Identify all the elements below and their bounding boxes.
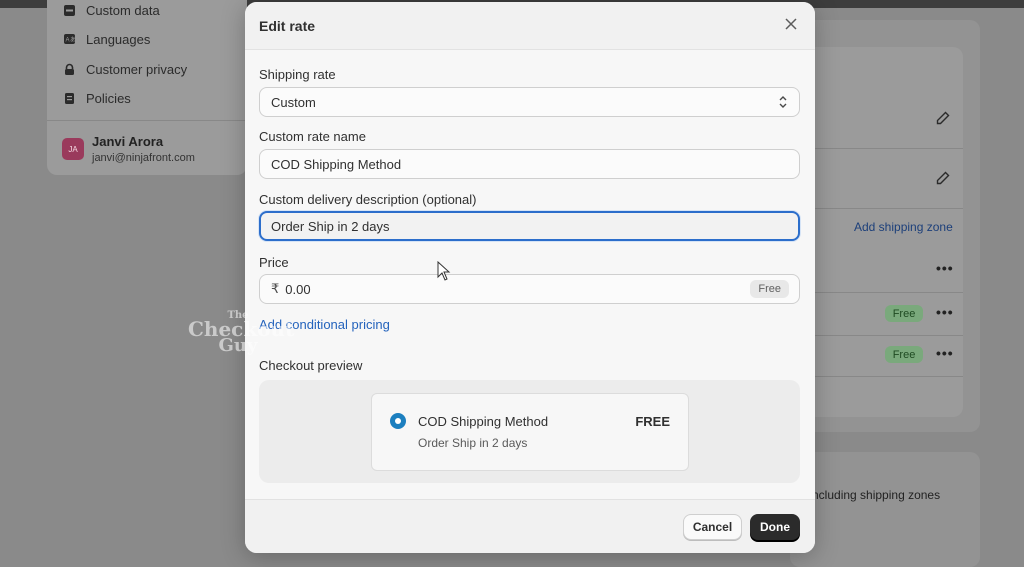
divider (800, 208, 963, 209)
rate-name-input[interactable]: COD Shipping Method (259, 149, 800, 179)
close-button[interactable] (781, 16, 801, 36)
pencil-icon[interactable] (936, 171, 950, 185)
select-chevron-icon (777, 95, 789, 109)
preview-rate-price: FREE (635, 414, 670, 429)
svg-text:A: A (65, 38, 69, 44)
status-badge: Free (885, 305, 923, 322)
delivery-description-value: Order Ship in 2 days (271, 218, 390, 234)
price-value: 0.00 (285, 281, 311, 297)
checkout-preview: COD Shipping Method Order Ship in 2 days… (259, 380, 800, 483)
more-actions-icon[interactable]: ••• (936, 260, 954, 276)
rate-name-label: Custom rate name (259, 129, 366, 144)
modal-header: Edit rate (245, 2, 815, 50)
more-actions-icon[interactable]: ••• (936, 304, 954, 320)
translate-icon: Aあ (62, 33, 76, 47)
modal-title: Edit rate (259, 18, 316, 34)
add-shipping-zone-link[interactable]: Add shipping zone (854, 220, 953, 234)
database-icon (62, 4, 76, 18)
currency-symbol: ₹ (271, 281, 280, 296)
preview-rate-description: Order Ship in 2 days (418, 436, 528, 450)
sidebar-item-customer-privacy[interactable]: Customer privacy (62, 62, 187, 77)
watermark-logo: The Checkout Guy (188, 310, 295, 356)
done-button[interactable]: Done (750, 514, 800, 540)
lock-icon (62, 63, 76, 77)
close-icon (785, 17, 797, 35)
sidebar-item-label: Languages (86, 32, 151, 47)
sidebar-item-policies[interactable]: Policies (62, 91, 131, 106)
card-description: ncluding shipping zones (812, 488, 941, 502)
settings-card (790, 452, 980, 567)
rate-name-value: COD Shipping Method (271, 156, 402, 172)
checkout-preview-label: Checkout preview (259, 358, 363, 373)
divider (800, 376, 963, 377)
divider (800, 292, 963, 293)
shipping-rate-select[interactable]: Custom (259, 87, 800, 117)
modal-footer: Cancel Done (245, 499, 815, 553)
sidebar-item-label: Custom data (86, 3, 160, 18)
divider (800, 335, 963, 336)
pencil-icon[interactable] (936, 111, 950, 125)
document-icon (62, 92, 76, 106)
price-input[interactable]: ₹ 0.00 Free (259, 274, 800, 304)
user-account[interactable]: JA Janvi Arora janvi@ninjafront.com (62, 134, 195, 164)
preview-shipping-option: COD Shipping Method Order Ship in 2 days… (371, 393, 689, 471)
svg-text:あ: あ (70, 37, 76, 44)
cancel-button[interactable]: Cancel (683, 514, 742, 540)
sidebar-item-languages[interactable]: Aあ Languages (62, 32, 150, 47)
shipping-rate-label: Shipping rate (259, 67, 336, 82)
sidebar-item-custom-data[interactable]: Custom data (62, 3, 160, 18)
user-email: janvi@ninjafront.com (92, 152, 195, 164)
price-label: Price (259, 255, 289, 270)
sidebar-item-label: Customer privacy (86, 62, 188, 77)
edit-rate-modal: Edit rate Shipping rate Custom Custom ra… (245, 2, 815, 553)
status-badge: Free (885, 346, 923, 363)
sidebar-item-label: Policies (86, 91, 131, 106)
preview-rate-name: COD Shipping Method (418, 414, 549, 429)
radio-selected-icon (390, 413, 406, 429)
more-actions-icon[interactable]: ••• (936, 345, 954, 361)
user-name: Janvi Arora (92, 134, 164, 149)
avatar: JA (62, 138, 84, 160)
delivery-description-label: Custom delivery description (optional) (259, 192, 477, 207)
shipping-rate-value: Custom (271, 94, 316, 110)
divider (800, 148, 963, 149)
divider (47, 120, 247, 121)
free-tag: Free (750, 280, 789, 298)
mouse-cursor-icon (437, 260, 451, 281)
settings-sidebar: Custom data Aあ Languages Customer privac… (47, 0, 247, 175)
delivery-description-input[interactable]: Order Ship in 2 days (259, 211, 800, 241)
